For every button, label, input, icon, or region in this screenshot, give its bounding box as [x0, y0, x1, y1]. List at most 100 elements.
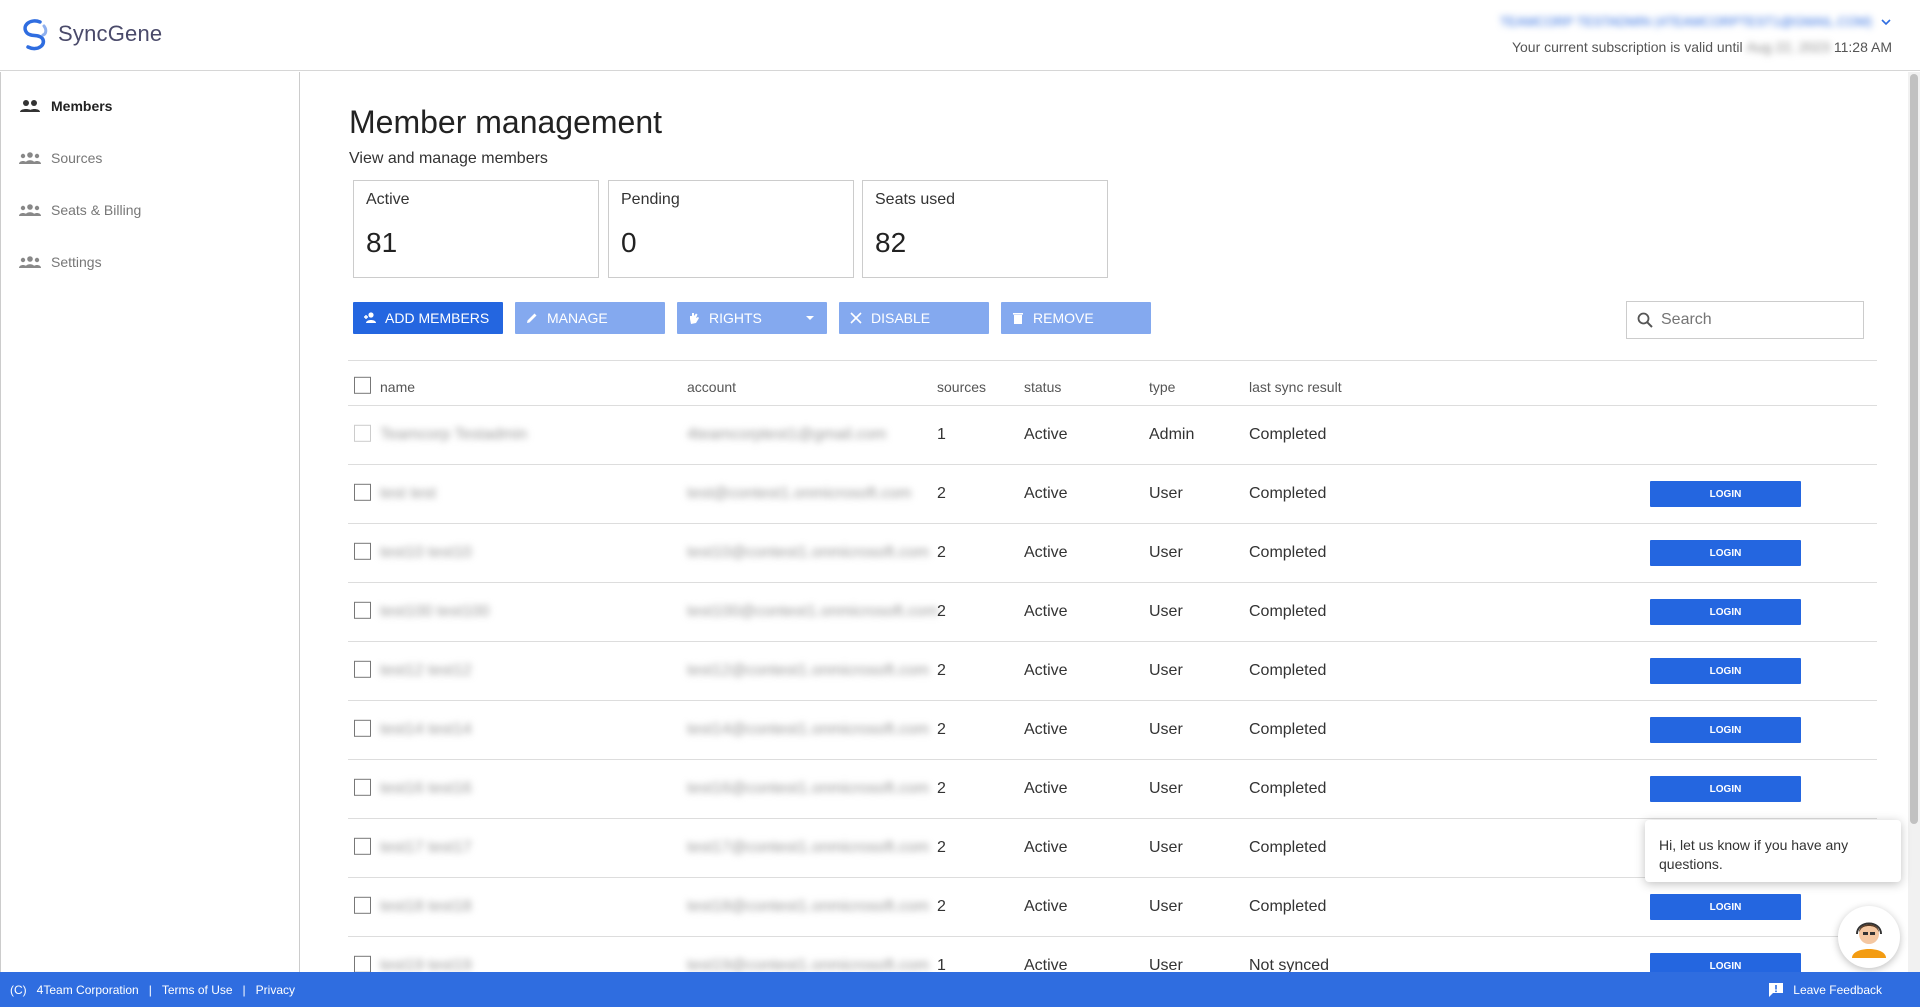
member-sources: 2 [937, 780, 946, 797]
syncgene-logo[interactable]: SyncGene [16, 16, 162, 52]
subscription-text: Your current subscription is valid until [1511, 39, 1743, 55]
login-as-button[interactable]: LOGIN [1650, 540, 1801, 566]
login-as-button[interactable]: LOGIN [1650, 599, 1801, 625]
card-value: 81 [366, 227, 398, 258]
company-link[interactable]: 4Team Corporation [37, 983, 139, 997]
login-as-button[interactable]: LOGIN [1650, 658, 1801, 684]
member-sources: 2 [937, 839, 946, 856]
table-row: test10 test10 test10@contest1.onmicrosof… [348, 524, 1877, 583]
row-checkbox[interactable] [354, 660, 371, 678]
row-checkbox[interactable] [354, 896, 371, 914]
sidebar-item-members[interactable]: Members [1, 80, 299, 132]
search-input[interactable] [1661, 311, 1851, 329]
select-all-checkbox[interactable] [354, 376, 371, 394]
member-type: User [1149, 721, 1183, 738]
feedback-label: Leave Feedback [1793, 983, 1882, 997]
member-name: test12 test12 [380, 662, 472, 679]
scrollbar-thumb[interactable] [1910, 74, 1918, 824]
table-header: name account sources status type last sy… [348, 360, 1877, 406]
remove-button[interactable]: REMOVE [1001, 302, 1151, 334]
chat-message-bubble[interactable]: Hi, let us know if you have any question… [1645, 820, 1901, 882]
button-label: REMOVE [1033, 310, 1094, 326]
member-name: test14 test14 [380, 721, 472, 738]
card-label: Pending [621, 191, 680, 208]
row-checkbox[interactable] [354, 719, 371, 737]
table-row: Teamcorp Testadmin 4teamcorptest1@gmail.… [348, 406, 1877, 465]
member-sync-result: Completed [1249, 603, 1327, 620]
member-status: Active [1024, 426, 1068, 443]
row-checkbox[interactable] [354, 955, 371, 973]
button-label: ADD MEMBERS [385, 310, 490, 326]
member-account: test100@contest1.onmicrosoft.com [687, 603, 939, 620]
footer-separator: | [148, 982, 152, 997]
member-sync-result: Completed [1249, 839, 1327, 856]
member-sources: 2 [937, 721, 946, 738]
login-as-button[interactable]: LOGIN [1650, 776, 1801, 802]
member-status: Active [1024, 839, 1068, 856]
page-title: Member management [349, 104, 663, 140]
terms-link[interactable]: Terms of Use [162, 983, 233, 997]
member-sources: 2 [937, 603, 946, 620]
manage-button[interactable]: MANAGE [515, 302, 665, 334]
login-as-button[interactable]: LOGIN [1650, 717, 1801, 743]
group-icon [19, 204, 41, 216]
seats-used-card: Seats used 82 [862, 180, 1108, 278]
column-header-last-sync[interactable]: last sync result [1249, 379, 1342, 395]
subscription-date: Aug 22, 2023 [1746, 39, 1830, 55]
member-account: test17@contest1.onmicrosoft.com [687, 839, 930, 856]
sidebar-item-label: Sources [51, 150, 103, 166]
card-value: 0 [621, 227, 637, 258]
column-header-name[interactable]: name [380, 379, 415, 395]
row-checkbox[interactable] [354, 837, 371, 855]
leave-feedback-button[interactable]: Leave Feedback [1767, 981, 1892, 999]
member-type: User [1149, 603, 1183, 620]
card-label: Active [366, 191, 410, 208]
table-row: test14 test14 test14@contest1.onmicrosof… [348, 701, 1877, 760]
page-scrollbar[interactable] [1908, 72, 1920, 972]
sidebar-item-seats-billing[interactable]: Seats & Billing [1, 184, 299, 236]
column-header-status[interactable]: status [1024, 379, 1061, 395]
add-members-button[interactable]: ADD MEMBERS [353, 302, 503, 334]
copyright-mark: (C) [10, 982, 27, 997]
hand-icon [690, 313, 699, 324]
rights-dropdown-button[interactable]: RIGHTS [677, 302, 827, 334]
member-type: User [1149, 780, 1183, 797]
member-sync-result: Completed [1249, 485, 1327, 502]
chevron-down-icon[interactable] [1880, 16, 1892, 28]
sidebar: Members Sources Seats & Billing Settings [0, 72, 300, 972]
account-email[interactable]: TEAMCORP TESTADMIN (4TEAMCORPTEST1@GMAIL… [1500, 14, 1872, 29]
member-sync-result: Completed [1249, 721, 1327, 738]
disable-button[interactable]: DISABLE [839, 302, 989, 334]
login-as-button[interactable]: LOGIN [1650, 894, 1801, 920]
member-sync-result: Completed [1249, 780, 1327, 797]
member-sources: 1 [937, 426, 946, 443]
close-icon [850, 312, 862, 324]
member-type: User [1149, 662, 1183, 679]
member-name: test test [380, 485, 437, 502]
add-person-icon [364, 312, 376, 323]
member-type: User [1149, 898, 1183, 915]
subscription-status: Your current subscription is valid until… [1500, 39, 1892, 55]
app-footer: (C) 4Team Corporation | Terms of Use | P… [0, 972, 1920, 1007]
search-icon [1637, 312, 1653, 328]
chat-launcher[interactable] [1838, 906, 1900, 968]
member-account: test18@contest1.onmicrosoft.com [687, 898, 930, 915]
row-checkbox[interactable] [354, 778, 371, 796]
column-header-sources[interactable]: sources [937, 379, 986, 395]
column-header-type[interactable]: type [1149, 379, 1175, 395]
login-as-button[interactable]: LOGIN [1650, 481, 1801, 507]
member-status: Active [1024, 544, 1068, 561]
row-checkbox[interactable] [354, 483, 371, 501]
member-sync-result: Completed [1249, 662, 1327, 679]
search-box[interactable] [1626, 301, 1864, 339]
member-status: Active [1024, 603, 1068, 620]
column-header-account[interactable]: account [687, 379, 736, 395]
member-account: test16@contest1.onmicrosoft.com [687, 780, 930, 797]
row-checkbox[interactable] [354, 601, 371, 619]
table-row: test100 test100 test100@contest1.onmicro… [348, 583, 1877, 642]
privacy-link[interactable]: Privacy [256, 983, 295, 997]
member-status: Active [1024, 780, 1068, 797]
sidebar-item-sources[interactable]: Sources [1, 132, 299, 184]
sidebar-item-settings[interactable]: Settings [1, 236, 299, 288]
row-checkbox[interactable] [354, 542, 371, 560]
